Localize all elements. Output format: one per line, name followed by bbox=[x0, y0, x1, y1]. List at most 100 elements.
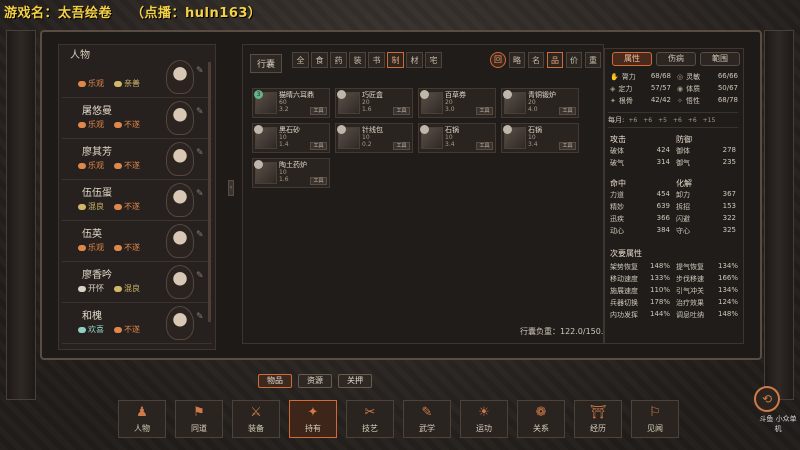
filter-button[interactable]: 书 bbox=[368, 52, 385, 68]
item-card[interactable]: 百草券 20 3.0 工具 bbox=[418, 88, 496, 118]
sub-tab[interactable]: 关押 bbox=[338, 374, 372, 388]
item-grade-badge bbox=[503, 125, 512, 134]
attribute-row: ✋ 膂力 68/68 bbox=[610, 72, 671, 84]
roster-row[interactable]: 廖其芳 乐观 不遂 ✎ bbox=[62, 140, 212, 180]
item-icon bbox=[420, 125, 443, 149]
item-type-button[interactable]: 工具 bbox=[559, 142, 576, 150]
nav-button[interactable]: ✎ 武学 bbox=[403, 400, 451, 438]
roster-row[interactable]: 伍伍蛋 混良 不遂 ✎ bbox=[62, 181, 212, 221]
item-card[interactable]: 黑石砂 10 1.4 工具 bbox=[252, 123, 330, 153]
item-durability: 10 bbox=[528, 134, 536, 141]
edit-icon[interactable]: ✎ bbox=[196, 107, 204, 117]
nav-button[interactable]: ☀ 运功 bbox=[460, 400, 508, 438]
item-durability: 60 bbox=[279, 99, 287, 106]
stat-value: 134% bbox=[717, 262, 738, 270]
nav-icon: ⚐ bbox=[649, 405, 661, 420]
nav-button[interactable]: ✂ 技艺 bbox=[346, 400, 394, 438]
sub-tab[interactable]: 物品 bbox=[258, 374, 292, 388]
stat-row: 内功发挥 144% bbox=[610, 310, 670, 322]
roster-scrollbar[interactable] bbox=[208, 62, 211, 322]
stat-value: 322 bbox=[722, 214, 736, 222]
sort-button[interactable]: 重 bbox=[585, 52, 601, 68]
nav-button[interactable]: ⚔ 装备 bbox=[232, 400, 280, 438]
attribute-row: ◎ 灵敏 66/66 bbox=[677, 72, 738, 84]
nav-button[interactable]: ⛩ 经历 bbox=[574, 400, 622, 438]
stat-value: 148% bbox=[649, 262, 670, 270]
filter-button[interactable]: 全 bbox=[292, 52, 309, 68]
nav-button[interactable]: ⚐ 见闻 bbox=[631, 400, 679, 438]
filter-button[interactable]: 材 bbox=[406, 52, 423, 68]
nav-button[interactable]: ❁ 关系 bbox=[517, 400, 565, 438]
item-card[interactable]: 石锅 10 3.4 工具 bbox=[418, 123, 496, 153]
monthly-label: 每月: bbox=[608, 116, 625, 124]
character-portrait bbox=[166, 60, 194, 94]
item-grade-badge: 3 bbox=[254, 90, 263, 99]
edit-icon[interactable]: ✎ bbox=[196, 66, 204, 76]
sort-toggle-icon[interactable]: 回 bbox=[490, 52, 506, 68]
filter-button[interactable]: 药 bbox=[330, 52, 347, 68]
attribute-tab[interactable]: 範围 bbox=[700, 52, 740, 66]
sort-button[interactable]: 品 bbox=[547, 52, 563, 68]
edit-icon[interactable]: ✎ bbox=[196, 312, 204, 322]
attribute-row: ✦ 根骨 42/42 bbox=[610, 96, 671, 108]
filter-button[interactable]: 食 bbox=[311, 52, 328, 68]
inventory-tab-label[interactable]: 行囊 bbox=[250, 54, 283, 73]
nav-button[interactable]: ⚑ 同道 bbox=[175, 400, 223, 438]
collapse-left-arrow[interactable]: ‹ bbox=[228, 180, 234, 196]
nav-button[interactable]: ✦ 持有 bbox=[289, 400, 337, 438]
roster-row[interactable]: 伍英 乐观 不遂 ✎ bbox=[62, 222, 212, 262]
sort-button[interactable]: 名 bbox=[528, 52, 544, 68]
item-type-button[interactable]: 工具 bbox=[559, 107, 576, 115]
monthly-value: +6 bbox=[672, 116, 682, 124]
attribute-name: 根骨 bbox=[618, 97, 633, 105]
item-type-button[interactable]: 工具 bbox=[476, 107, 493, 115]
item-card[interactable]: 针线包 10 0.2 工具 bbox=[335, 123, 413, 153]
filter-button[interactable]: 装 bbox=[349, 52, 366, 68]
roster-row[interactable]: 和槐 欢喜 不遂 ✎ bbox=[62, 304, 212, 344]
item-durability: 10 bbox=[445, 134, 453, 141]
filter-button[interactable]: 宅 bbox=[425, 52, 442, 68]
item-type-button[interactable]: 工具 bbox=[310, 107, 327, 115]
item-card[interactable]: 巧匠盒 20 1.6 工具 bbox=[335, 88, 413, 118]
stat-row: 调息吐纳 148% bbox=[676, 310, 738, 322]
stream-label: （点播：huln163） bbox=[131, 6, 262, 21]
item-card[interactable]: 陶土药炉 10 1.6 工具 bbox=[252, 158, 330, 188]
filter-button[interactable]: 制 bbox=[387, 52, 404, 68]
item-card[interactable]: 石锅 10 3.4 工具 bbox=[501, 123, 579, 153]
monthly-value: +6 bbox=[628, 116, 638, 124]
item-type-button[interactable]: 工具 bbox=[393, 142, 410, 150]
attribute-value: 50/67 bbox=[717, 84, 738, 92]
stat-label: 治疗效果 bbox=[676, 299, 704, 307]
nav-icon: ✎ bbox=[421, 405, 433, 420]
attribute-name: 膂力 bbox=[621, 73, 636, 81]
item-card[interactable]: 青铜锻炉 20 4.0 工具 bbox=[501, 88, 579, 118]
sort-button[interactable]: 略 bbox=[509, 52, 525, 68]
edit-icon[interactable]: ✎ bbox=[196, 189, 204, 199]
sort-button[interactable]: 价 bbox=[566, 52, 582, 68]
stat-row: 架势恢复 148% bbox=[610, 262, 670, 274]
item-card[interactable]: 3 猫睛六耳鼎 60 3.2 工具 bbox=[252, 88, 330, 118]
attribute-tab[interactable]: 属性 bbox=[612, 52, 652, 66]
edit-icon[interactable]: ✎ bbox=[196, 230, 204, 240]
nav-button[interactable]: ♟ 人物 bbox=[118, 400, 166, 438]
stat-row: 迅疾 366 bbox=[610, 214, 670, 226]
stat-row: 精妙 639 bbox=[610, 202, 670, 214]
return-icon[interactable]: ⟲ bbox=[754, 386, 780, 412]
nav-label: 持有 bbox=[305, 424, 321, 433]
item-durability: 20 bbox=[445, 99, 453, 106]
nav-label: 见闻 bbox=[647, 424, 663, 433]
edit-icon[interactable]: ✎ bbox=[196, 148, 204, 158]
attribute-tab[interactable]: 伤病 bbox=[656, 52, 696, 66]
sub-tab[interactable]: 资源 bbox=[298, 374, 332, 388]
roster-row[interactable]: 屠悠曼 乐观 不遂 ✎ bbox=[62, 99, 212, 139]
item-type-button[interactable]: 工具 bbox=[310, 142, 327, 150]
item-type-button[interactable]: 工具 bbox=[393, 107, 410, 115]
stat-label: 御气 bbox=[676, 159, 690, 167]
roster-row[interactable]: 廖香吟 开怀 混良 ✎ bbox=[62, 263, 212, 303]
secondary-title: 次要属性 bbox=[610, 249, 642, 258]
edit-icon[interactable]: ✎ bbox=[196, 271, 204, 281]
roster-row[interactable]: 乐观 亲善 ✎ bbox=[62, 58, 212, 98]
item-type-button[interactable]: 工具 bbox=[310, 177, 327, 185]
item-type-button[interactable]: 工具 bbox=[476, 142, 493, 150]
mood-tag-label: 混良 bbox=[88, 202, 104, 211]
